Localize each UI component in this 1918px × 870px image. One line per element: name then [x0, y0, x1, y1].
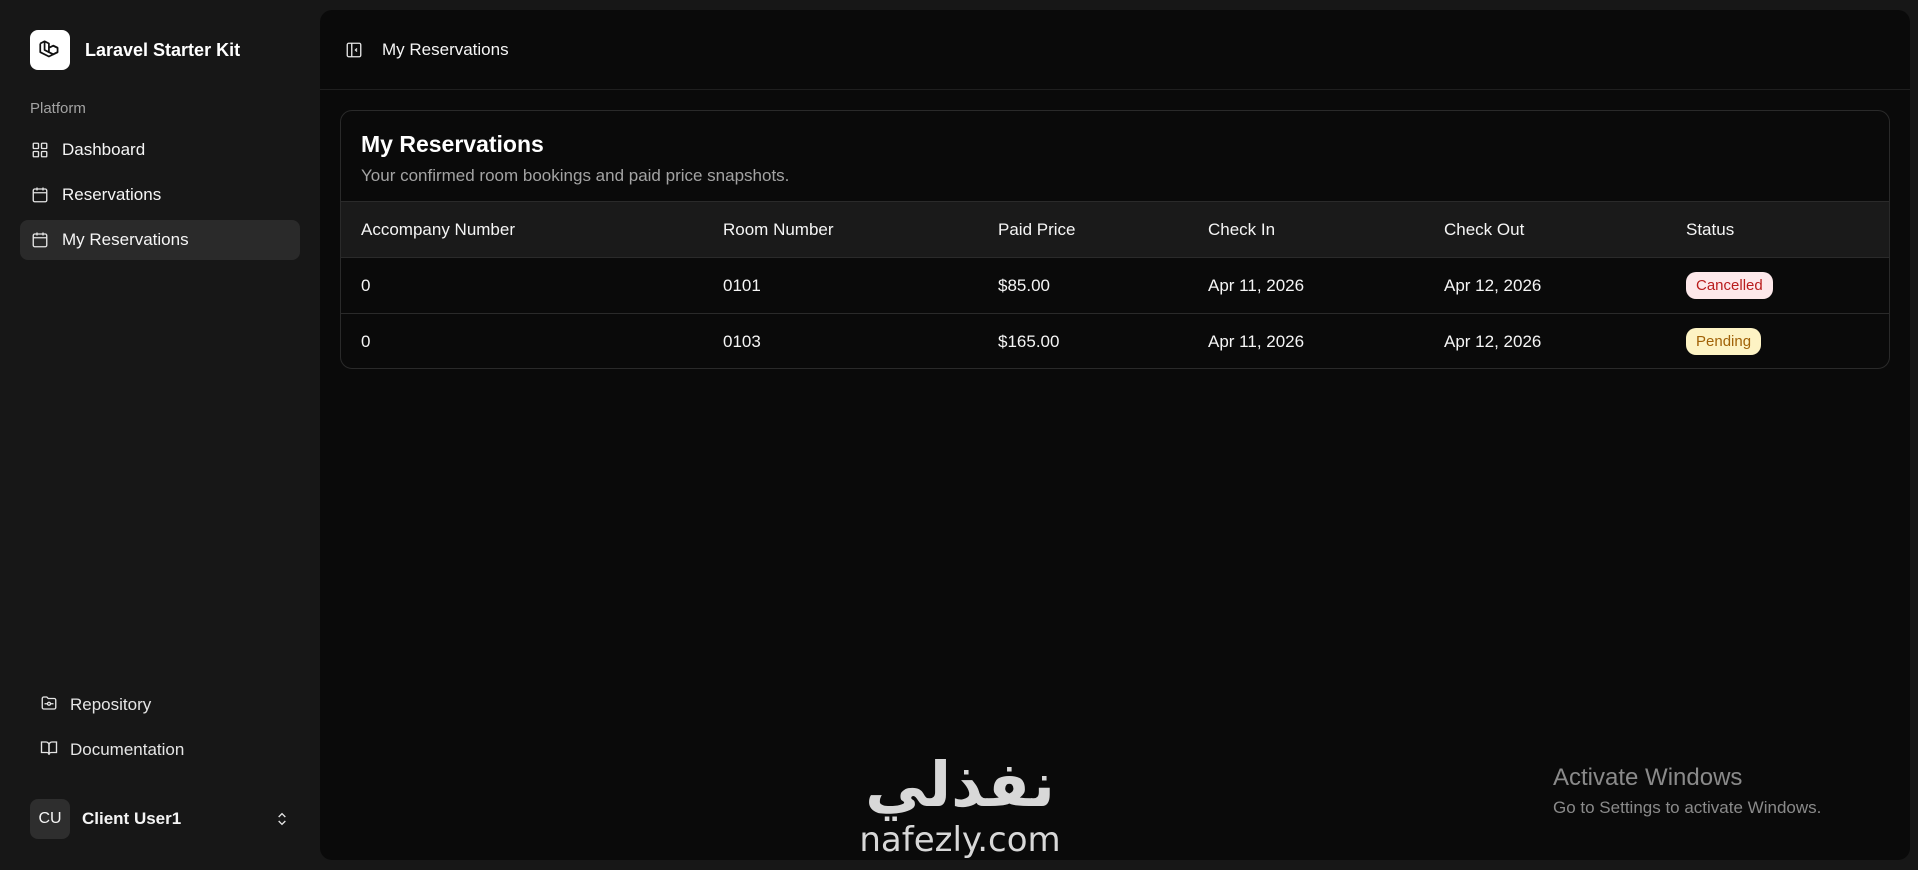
brand-link[interactable]: Laravel Starter Kit — [30, 30, 240, 70]
sidebar-footer-links: Repository Documentation — [30, 685, 300, 775]
documentation-link[interactable]: Documentation — [30, 730, 300, 770]
reservations-card: My Reservations Your confirmed room book… — [340, 110, 1890, 369]
repository-link[interactable]: Repository — [30, 685, 300, 725]
sidebar-nav: Dashboard Reservations My Reservations — [20, 130, 300, 265]
main-panel: My Reservations My Reservations Your con… — [320, 10, 1910, 860]
nafezly-watermark: نفذلي nafezly.com — [850, 750, 1070, 870]
sidebar-item-label: Reservations — [62, 185, 162, 204]
table-header-row: Accompany Number Room Number Paid Price … — [341, 201, 1889, 258]
sidebar-item-reservations[interactable]: Reservations — [20, 175, 300, 215]
column-header: Room Number — [703, 201, 978, 258]
calendar-icon — [30, 230, 50, 250]
column-header: Status — [1666, 201, 1889, 258]
user-name: Client User1 — [82, 809, 182, 828]
laravel-logo-icon — [30, 30, 70, 70]
sidebar-item-my-reservations[interactable]: My Reservations — [20, 220, 300, 260]
column-header: Paid Price — [978, 201, 1188, 258]
sidebar: Laravel Starter Kit Platform Dashboard R… — [0, 0, 320, 870]
calendar-icon — [30, 185, 50, 205]
table-row: 0 0101 $85.00 Apr 11, 2026 Apr 12, 2026 … — [341, 257, 1889, 314]
chevrons-up-down-icon — [272, 809, 292, 829]
user-menu-button[interactable]: CU Client User1 — [30, 798, 292, 840]
sidebar-item-label: My Reservations — [62, 230, 189, 249]
check-out-cell: Apr 12, 2026 — [1424, 257, 1666, 314]
panel-left-icon[interactable] — [344, 40, 364, 60]
book-open-icon — [40, 739, 58, 762]
folder-git-icon — [40, 694, 58, 717]
watermark-arabic: نفذلي — [865, 748, 1055, 821]
status-badge: Pending — [1686, 328, 1762, 356]
price-cell: $85.00 — [978, 257, 1188, 314]
accompany-cell: 0 — [361, 331, 371, 351]
watermark-latin: nafezly.com — [859, 820, 1061, 860]
status-badge: Cancelled — [1686, 272, 1773, 299]
column-header: Accompany Number — [341, 201, 703, 258]
sidebar-item-dashboard[interactable]: Dashboard — [20, 130, 300, 170]
check-out-cell: Apr 12, 2026 — [1444, 331, 1542, 351]
sidebar-item-label: Dashboard — [62, 140, 146, 159]
price-cell: $165.00 — [998, 331, 1060, 351]
link-label: Repository — [70, 695, 152, 714]
topbar: My Reservations — [320, 10, 1910, 90]
column-header: Check Out — [1424, 201, 1666, 258]
activation-subtitle: Go to Settings to activate Windows. — [1553, 798, 1822, 817]
windows-activation-notice: Activate Windows Go to Settings to activ… — [1553, 764, 1821, 818]
room-cell: 0101 — [703, 257, 978, 314]
status-cell: Pending — [1666, 314, 1889, 369]
brand-name: Laravel Starter Kit — [85, 39, 241, 60]
breadcrumb[interactable]: My Reservations — [382, 40, 509, 60]
link-label: Documentation — [70, 740, 185, 759]
reservations-table: Accompany Number Room Number Paid Price … — [341, 201, 1889, 369]
activation-title: Activate Windows — [1553, 764, 1743, 791]
layout-grid-icon — [30, 140, 50, 160]
status-cell: Cancelled — [1666, 257, 1889, 314]
column-header: Check In — [1188, 201, 1424, 258]
nav-group-label: Platform — [30, 100, 86, 117]
accompany-cell: 0 — [341, 257, 703, 314]
room-cell: 0103 — [723, 331, 761, 351]
page-subtitle: Your confirmed room bookings and paid pr… — [361, 166, 790, 185]
card-header: My Reservations Your confirmed room book… — [341, 111, 1889, 201]
check-in-cell: Apr 11, 2026 — [1188, 257, 1424, 314]
page-title: My Reservations — [361, 131, 544, 157]
check-in-cell: Apr 11, 2026 — [1208, 331, 1305, 351]
table-row: 0 0103 $165.00 Apr 11, 2026 Apr 12, 2026… — [341, 314, 1889, 369]
avatar: CU — [30, 799, 70, 839]
